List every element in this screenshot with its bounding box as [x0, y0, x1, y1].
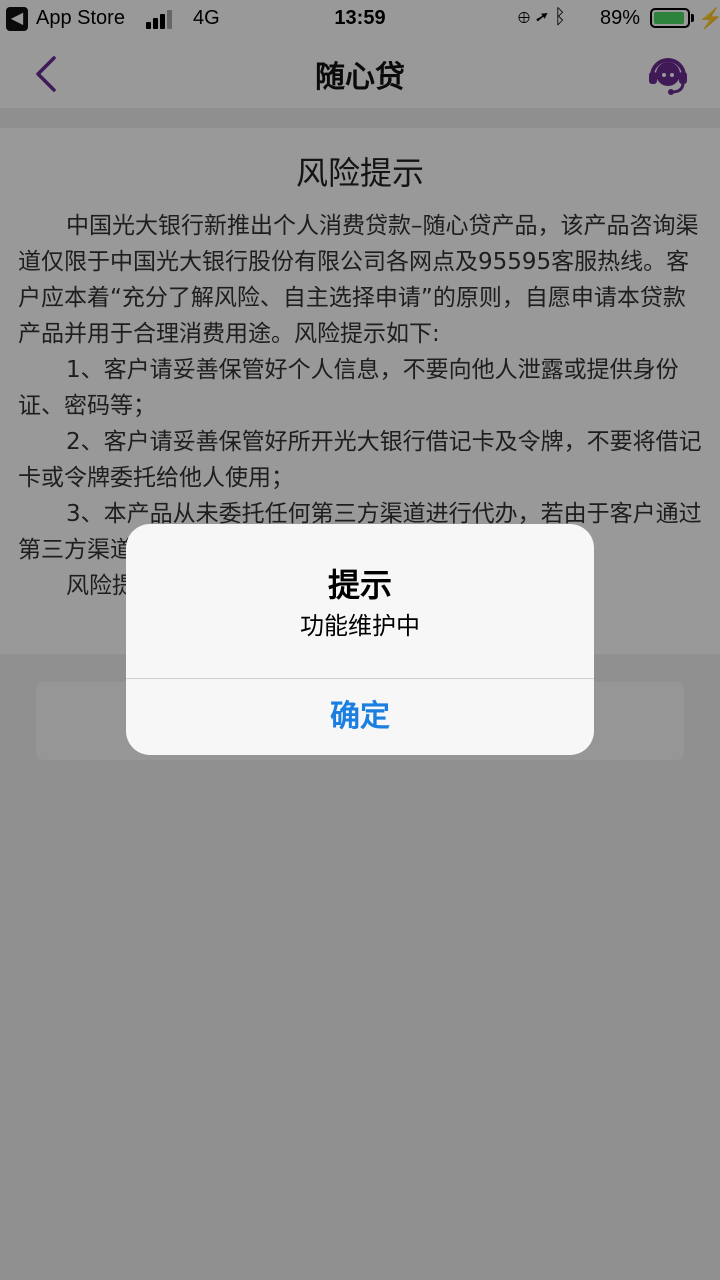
alert-title: 提示: [327, 566, 392, 604]
alert-message: 功能维护中: [300, 612, 420, 640]
alert-dialog: 提示 功能维护中 确定: [126, 524, 594, 755]
confirm-button[interactable]: 确定: [126, 679, 594, 755]
